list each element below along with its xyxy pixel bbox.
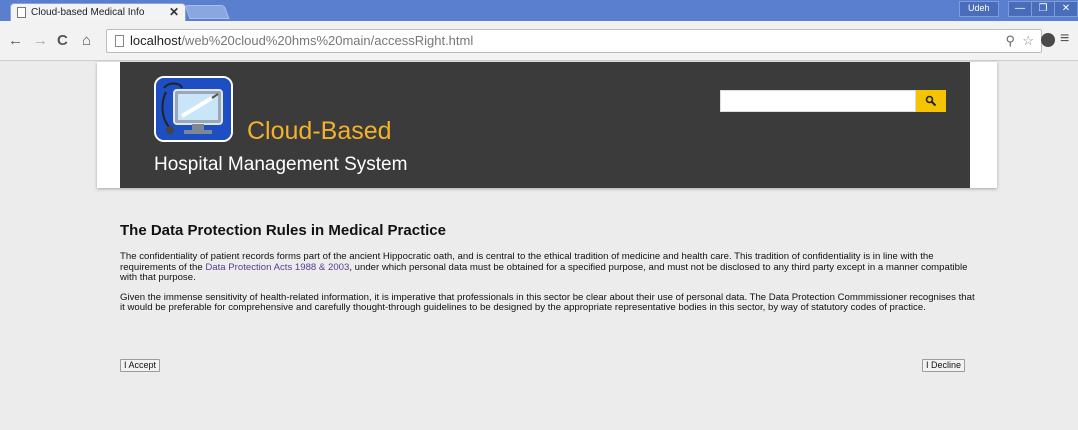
url-host: localhost <box>130 33 182 48</box>
new-tab-button[interactable] <box>184 5 230 19</box>
tab-close-icon[interactable]: ✕ <box>169 5 179 19</box>
forward-arrow-icon[interactable]: → <box>33 32 48 49</box>
data-protection-acts-link[interactable]: Data Protection Acts 1988 & 2003 <box>205 262 349 273</box>
paragraph-1: The confidentiality of patient records f… <box>120 251 978 284</box>
decline-button[interactable]: I Decline <box>922 359 966 372</box>
tab-title: Cloud-based Medical Info <box>31 7 145 18</box>
brand-subtitle: Hospital Management System <box>154 154 408 175</box>
close-window-button[interactable]: ✕ <box>1054 1 1078 17</box>
page-title: The Data Protection Rules in Medical Pra… <box>120 222 446 239</box>
maximize-button[interactable]: ❐ <box>1031 1 1055 17</box>
browser-toolbar: ← → C ⌂ localhost/web%20cloud%20hms%20ma… <box>0 21 1078 61</box>
reload-icon[interactable]: C <box>57 32 68 49</box>
star-icon[interactable]: ☆ <box>1022 33 1034 49</box>
home-icon[interactable]: ⌂ <box>82 32 91 49</box>
url-text[interactable]: localhost/web%20cloud%20hms%20main/acces… <box>130 33 473 48</box>
accept-button[interactable]: I Accept <box>120 359 161 372</box>
address-bar[interactable]: localhost/web%20cloud%20hms%20main/acces… <box>106 29 1042 53</box>
brand-title: Cloud-Based <box>247 117 392 145</box>
search-button[interactable] <box>916 90 946 112</box>
menu-icon[interactable]: ≡ <box>1060 30 1069 48</box>
header-banner: Cloud-Based Hospital Management System <box>120 62 970 188</box>
hospital-logo <box>154 76 233 142</box>
back-arrow-icon[interactable]: ← <box>8 32 23 49</box>
zoom-icon[interactable]: ⚲ <box>1005 33 1015 49</box>
search-input[interactable] <box>720 90 916 112</box>
article-section: The Data Protection Rules in Medical Pra… <box>120 222 978 323</box>
browser-tab[interactable]: Cloud-based Medical Info ✕ <box>10 3 186 21</box>
page-icon <box>115 35 124 47</box>
search-icon <box>925 95 937 107</box>
profile-button[interactable]: Udeh <box>959 1 999 17</box>
page-icon <box>17 7 26 18</box>
url-path: /web%20cloud%20hms%20main/accessRight.ht… <box>181 33 474 48</box>
page-viewport: Cloud-Based Hospital Management System T… <box>0 62 1078 430</box>
extension-icon[interactable] <box>1041 33 1055 47</box>
minimize-button[interactable]: — <box>1008 1 1032 17</box>
browser-title-bar: Cloud-based Medical Info ✕ Udeh — ❐ ✕ <box>0 0 1078 21</box>
paragraph-2: Given the immense sensitivity of health-… <box>120 291 975 313</box>
site-header: Cloud-Based Hospital Management System <box>97 62 997 188</box>
